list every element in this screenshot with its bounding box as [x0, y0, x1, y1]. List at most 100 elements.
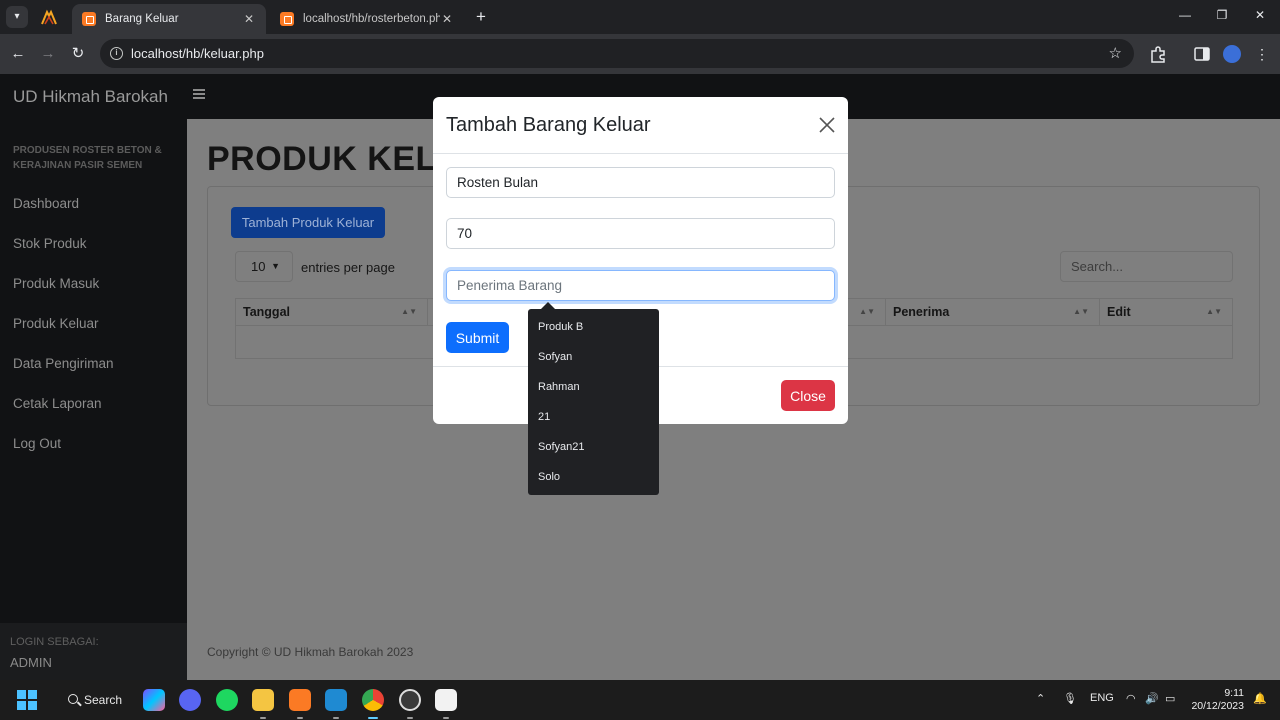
column-header-penerima[interactable]: Penerima ▲▼ — [886, 299, 1100, 325]
tab-barang-keluar[interactable]: Barang Keluar ✕ — [72, 4, 266, 34]
sidebar-toggle-icon[interactable] — [193, 89, 205, 99]
autocomplete-option[interactable]: Sofyan — [528, 342, 659, 372]
xampp-app-icon[interactable] — [289, 689, 311, 711]
active-indicator — [368, 717, 378, 719]
side-panel-icon[interactable] — [1193, 45, 1211, 63]
receiver-field[interactable] — [446, 270, 835, 301]
discord-app-icon[interactable] — [179, 689, 201, 711]
new-tab-button[interactable]: + — [472, 7, 490, 27]
sidebar: PRODUSEN ROSTER BETON & KERAJINAN PASIR … — [0, 119, 187, 680]
bookmark-star-icon[interactable]: ☆ — [1109, 39, 1122, 68]
modal-title: Tambah Barang Keluar — [446, 114, 651, 136]
tab-title: localhost/hb/rosterbeton.php — [303, 13, 440, 25]
windows-taskbar: Search ⌃ 🎙 ENG ◠ 🔊 ▭ 9:11 20/12/2023 🔔 — [0, 680, 1280, 720]
brand-title[interactable]: UD Hikmah Barokah — [13, 87, 168, 107]
wifi-icon[interactable]: ◠ — [1126, 692, 1136, 705]
chevron-down-icon: ▼ — [271, 261, 280, 271]
sidebar-heading: PRODUSEN ROSTER BETON & KERAJINAN PASIR … — [13, 145, 162, 171]
profile-avatar[interactable] — [1223, 45, 1241, 63]
table-search-input[interactable]: Search... — [1060, 251, 1233, 282]
sidebar-item-cetak-laporan[interactable]: Cetak Laporan — [13, 396, 102, 411]
pinned-tab-icon[interactable] — [40, 9, 58, 25]
chrome-app-icon[interactable] — [362, 689, 384, 711]
obs-app-icon[interactable] — [399, 689, 421, 711]
sidebar-item-dashboard[interactable]: Dashboard — [13, 196, 79, 211]
notification-bell-icon[interactable]: 🔔 — [1253, 692, 1267, 705]
spotify-app-icon[interactable] — [216, 689, 238, 711]
product-name-field[interactable] — [446, 167, 835, 198]
minimize-button[interactable]: — — [1175, 8, 1195, 22]
running-indicator — [407, 717, 413, 719]
autocomplete-option[interactable]: Sofyan21 — [528, 432, 659, 462]
vscode-app-icon[interactable] — [325, 689, 347, 711]
tab-close-icon[interactable]: ✕ — [440, 12, 454, 26]
column-header-label: Penerima — [893, 305, 950, 319]
column-header-edit[interactable]: Edit ▲▼ — [1100, 299, 1232, 325]
forward-arrow-icon[interactable]: → — [38, 44, 58, 64]
xampp-favicon-icon — [82, 12, 96, 26]
sidebar-item-stok-produk[interactable]: Stok Produk — [13, 236, 87, 251]
tab-close-icon[interactable]: ✕ — [242, 12, 256, 26]
sidebar-item-produk-keluar[interactable]: Produk Keluar — [13, 316, 99, 331]
add-produk-keluar-button[interactable]: Tambah Produk Keluar — [231, 207, 385, 238]
sidebar-item-data-pengiriman[interactable]: Data Pengiriman — [13, 356, 114, 371]
microphone-icon[interactable]: 🎙 — [1063, 692, 1077, 705]
maximize-button[interactable]: ❐ — [1212, 8, 1232, 22]
taskbar-clock[interactable]: 9:11 20/12/2023 — [1188, 687, 1244, 713]
tab-title: Barang Keluar — [105, 13, 179, 25]
autocomplete-option[interactable]: Solo — [528, 462, 659, 492]
running-indicator — [333, 717, 339, 719]
running-indicator — [260, 717, 266, 719]
windows-start-icon[interactable] — [17, 690, 37, 710]
column-header-tanggal[interactable]: Tanggal ▲▼ — [236, 299, 428, 325]
search-icon — [68, 694, 78, 704]
quantity-field[interactable] — [446, 218, 835, 249]
language-indicator[interactable]: ENG — [1090, 692, 1114, 704]
login-user: ADMIN — [10, 655, 52, 670]
address-url: localhost/hb/keluar.php — [131, 46, 264, 61]
clock-time: 9:11 — [1224, 687, 1244, 699]
site-info-icon[interactable]: i — [110, 47, 123, 60]
volume-icon[interactable]: 🔊 — [1145, 692, 1159, 705]
column-header-label: Edit — [1107, 305, 1131, 319]
tab-search-button[interactable]: ▾ — [6, 6, 28, 28]
modal-header: Tambah Barang Keluar — [433, 97, 848, 154]
sort-icon: ▲▼ — [1206, 307, 1222, 316]
tab-rosterbeton[interactable]: localhost/hb/rosterbeton.php ✕ — [270, 4, 464, 34]
autocomplete-dropdown: Produk B Sofyan Rahman 21 Sofyan21 Solo — [528, 302, 659, 495]
copilot-app-icon[interactable] — [143, 689, 165, 711]
autocomplete-option[interactable]: Rahman — [528, 372, 659, 402]
footer-copyright: Copyright © UD Hikmah Barokah 2023 — [207, 645, 414, 659]
entries-label: entries per page — [301, 260, 395, 275]
extensions-icon[interactable] — [1149, 45, 1167, 63]
address-bar[interactable]: i localhost/hb/keluar.php ☆ — [100, 39, 1134, 68]
autocomplete-option[interactable]: Produk B — [528, 312, 659, 342]
autocomplete-option[interactable]: 21 — [528, 402, 659, 432]
battery-icon[interactable]: ▭ — [1165, 692, 1175, 705]
browser-toolbar: ← → ↻ i localhost/hb/keluar.php ☆ ⋮ — [0, 34, 1280, 74]
xampp-favicon-icon — [280, 12, 294, 26]
taskbar-search-label: Search — [84, 693, 123, 707]
taskbar-search-button[interactable]: Search — [55, 687, 127, 713]
sidebar-footer: LOGIN SEBAGAI: ADMIN — [0, 623, 187, 680]
back-arrow-icon[interactable]: ← — [8, 44, 28, 64]
sidebar-item-log-out[interactable]: Log Out — [13, 436, 61, 451]
reload-icon[interactable]: ↻ — [68, 44, 88, 64]
browser-menu-icon[interactable]: ⋮ — [1253, 45, 1271, 63]
file-explorer-icon[interactable] — [252, 689, 274, 711]
column-header-label: Tanggal — [243, 305, 290, 319]
browser-tab-strip: ▾ Barang Keluar ✕ localhost/hb/rosterbet… — [0, 0, 1280, 34]
sidebar-item-produk-masuk[interactable]: Produk Masuk — [13, 276, 99, 291]
submit-button[interactable]: Submit — [446, 322, 509, 353]
close-button[interactable]: Close — [781, 380, 835, 411]
modal-close-icon[interactable] — [816, 114, 838, 136]
login-label: LOGIN SEBAGAI: — [10, 636, 99, 648]
sort-icon: ▲▼ — [401, 307, 417, 316]
window-close-button[interactable]: ✕ — [1250, 8, 1270, 22]
running-indicator — [443, 717, 449, 719]
capcut-app-icon[interactable] — [435, 689, 457, 711]
sort-icon: ▲▼ — [859, 307, 875, 316]
chevron-up-icon[interactable]: ⌃ — [1036, 692, 1045, 705]
running-indicator — [297, 717, 303, 719]
entries-per-page-select[interactable]: 10 ▼ — [235, 251, 293, 282]
